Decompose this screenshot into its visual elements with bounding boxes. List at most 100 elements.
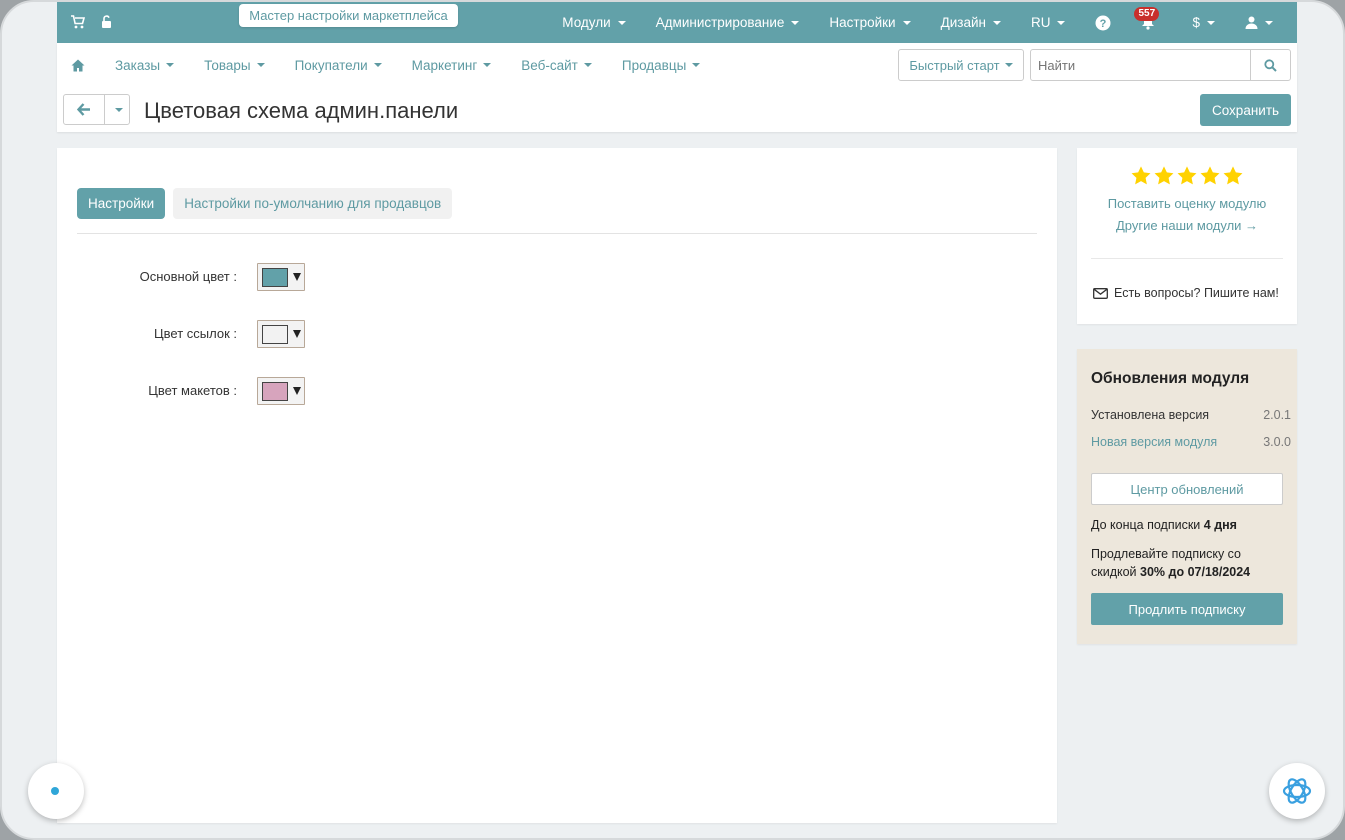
quick-start-label: Быстрый старт bbox=[909, 57, 1000, 73]
nav-customers-label: Покупатели bbox=[294, 57, 368, 73]
menu-modules-label: Модули bbox=[562, 15, 611, 30]
menu-currency-label: $ bbox=[1192, 15, 1200, 30]
rate-module-link[interactable]: Поставить оценку модулю bbox=[1077, 196, 1297, 211]
help-icon: ? bbox=[1095, 15, 1111, 30]
field-primary-color-label: Основной цвет : bbox=[139, 269, 237, 284]
notifications-button[interactable]: 557 bbox=[1126, 7, 1177, 30]
module-updates-card: Обновления модуля Установлена версия 2.0… bbox=[1077, 349, 1297, 644]
new-version-link[interactable]: Новая версия модуля bbox=[1091, 435, 1217, 449]
menu-administration[interactable]: Администрирование bbox=[641, 15, 815, 30]
settings-tabs: Настройки Настройки по-умолчанию для про… bbox=[77, 188, 453, 219]
caret-down-icon bbox=[902, 20, 911, 25]
caret-down-icon bbox=[992, 20, 1001, 25]
star-icon bbox=[1131, 166, 1151, 185]
installed-version-label: Установлена версия bbox=[1091, 408, 1210, 422]
unlock-icon[interactable] bbox=[99, 14, 115, 30]
primary-color-swatch bbox=[262, 268, 288, 287]
rating-card: Поставить оценку модулю Другие наши моду… bbox=[1077, 148, 1297, 324]
nav-marketing-label: Маркетинг bbox=[411, 57, 478, 73]
extend-subscription-button[interactable]: Продлить подписку bbox=[1091, 593, 1283, 625]
nav-orders[interactable]: Заказы bbox=[115, 57, 175, 73]
nav-orders-label: Заказы bbox=[115, 57, 161, 73]
chat-assistant-icon bbox=[1282, 778, 1312, 804]
triangle-down-icon bbox=[293, 330, 301, 338]
menu-currency[interactable]: $ bbox=[1177, 15, 1230, 30]
installed-version-value: 2.0.1 bbox=[1263, 408, 1291, 422]
new-version-value: 3.0.0 bbox=[1263, 435, 1291, 449]
caret-down-icon bbox=[483, 63, 492, 67]
caret-down-icon bbox=[1057, 20, 1066, 25]
top-nav: Модули Администрирование Настройки Дизай… bbox=[547, 2, 1297, 43]
svg-text:?: ? bbox=[1100, 18, 1107, 30]
assistant-button[interactable] bbox=[1269, 763, 1325, 819]
top-bar-left-icons bbox=[70, 14, 115, 30]
divider bbox=[1091, 258, 1283, 259]
other-modules-link[interactable]: Другие наши модули → bbox=[1077, 218, 1297, 233]
marketplace-wizard-button[interactable]: Мастер настройки маркетплейса bbox=[239, 4, 458, 27]
subscription-remaining: До конца подписки 4 дня bbox=[1091, 516, 1291, 534]
menu-design-label: Дизайн bbox=[940, 15, 986, 30]
save-button[interactable]: Сохранить bbox=[1200, 94, 1291, 126]
top-bar: Мастер настройки маркетплейса Модули Адм… bbox=[57, 2, 1297, 43]
caret-down-icon bbox=[1265, 20, 1273, 25]
nav-website-label: Веб-сайт bbox=[521, 57, 578, 73]
triangle-down-icon bbox=[293, 273, 301, 281]
nav-vendors-label: Продавцы bbox=[621, 57, 687, 73]
field-layout-color-label: Цвет макетов : bbox=[148, 383, 237, 398]
menu-design[interactable]: Дизайн bbox=[926, 15, 1016, 30]
contact-link[interactable]: Есть вопросы? Пишите нам! bbox=[1093, 286, 1279, 300]
nav-customers[interactable]: Покупатели bbox=[295, 58, 382, 73]
help-button[interactable]: ? bbox=[1080, 15, 1126, 31]
rating-stars[interactable] bbox=[1130, 165, 1244, 187]
envelope-icon bbox=[1093, 287, 1108, 299]
tab-vendor-defaults[interactable]: Настройки по-умолчанию для продавцов bbox=[173, 188, 453, 219]
back-button[interactable] bbox=[64, 95, 105, 124]
tab-settings[interactable]: Настройки bbox=[77, 188, 166, 219]
star-icon bbox=[1223, 166, 1243, 185]
star-icon bbox=[1200, 166, 1220, 185]
demo-store-badge[interactable] bbox=[28, 763, 84, 819]
tab-divider bbox=[77, 233, 1037, 234]
field-layout-color: Цвет макетов : bbox=[57, 376, 477, 406]
renew-offer: Продлевайте подписку со скидкой 30% до 0… bbox=[1091, 545, 1281, 581]
menu-language[interactable]: RU bbox=[1016, 15, 1081, 30]
nav-marketing[interactable]: Маркетинг bbox=[412, 58, 492, 73]
settings-panel: Настройки Настройки по-умолчанию для про… bbox=[57, 148, 1057, 823]
menu-settings[interactable]: Настройки bbox=[814, 15, 925, 30]
user-icon bbox=[1245, 16, 1258, 29]
menu-administration-label: Администрирование bbox=[655, 15, 785, 30]
cart-icon[interactable] bbox=[70, 14, 86, 30]
contact-label: Есть вопросы? Пишите нам! bbox=[1114, 286, 1279, 300]
search-box bbox=[1030, 49, 1291, 81]
menu-user[interactable] bbox=[1230, 16, 1297, 29]
quick-start-button[interactable]: Быстрый старт bbox=[898, 49, 1024, 81]
search-icon bbox=[1264, 58, 1277, 72]
page-title: Цветовая схема админ.панели bbox=[144, 98, 459, 123]
caret-down-icon bbox=[692, 63, 701, 67]
home-link[interactable] bbox=[71, 59, 85, 72]
nav-products[interactable]: Товары bbox=[204, 58, 265, 73]
caret-down-icon bbox=[166, 63, 175, 67]
secondary-bar: Заказы Товары Покупатели Маркетинг Веб-с… bbox=[57, 43, 1297, 132]
star-icon bbox=[1154, 166, 1174, 185]
secondary-nav: Заказы Товары Покупатели Маркетинг Веб-с… bbox=[71, 57, 730, 73]
caret-down-icon bbox=[583, 63, 592, 67]
back-dropdown-button[interactable] bbox=[105, 95, 129, 124]
nav-vendors[interactable]: Продавцы bbox=[621, 57, 701, 73]
store-logo-icon bbox=[50, 787, 59, 795]
search-input[interactable] bbox=[1031, 50, 1250, 80]
update-center-button[interactable]: Центр обновлений bbox=[1091, 473, 1283, 505]
home-icon bbox=[71, 59, 85, 71]
caret-down-icon bbox=[791, 20, 800, 25]
field-primary-color: Основной цвет : bbox=[57, 262, 477, 292]
nav-website[interactable]: Веб-сайт bbox=[521, 58, 592, 73]
new-version-row: Новая версия модуля 3.0.0 bbox=[1091, 435, 1291, 449]
installed-version-row: Установлена версия 2.0.1 bbox=[1091, 408, 1291, 422]
link-color-picker[interactable] bbox=[257, 320, 305, 348]
layout-color-picker[interactable] bbox=[257, 377, 305, 405]
menu-modules[interactable]: Модули bbox=[547, 15, 640, 30]
menu-language-label: RU bbox=[1030, 15, 1051, 30]
search-button[interactable] bbox=[1250, 50, 1290, 80]
caret-down-icon bbox=[617, 20, 626, 25]
primary-color-picker[interactable] bbox=[257, 263, 305, 291]
